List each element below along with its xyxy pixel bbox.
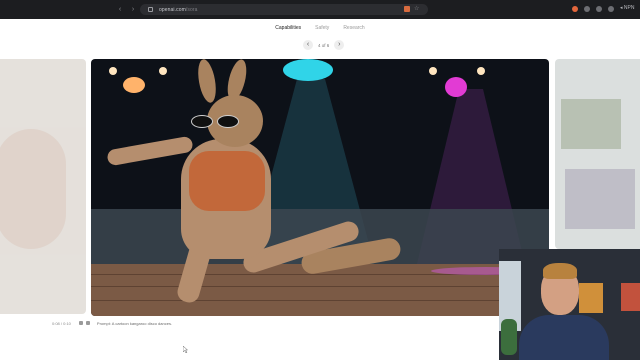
extension-icon[interactable] [584, 6, 590, 12]
market-thumbnail-part [565, 169, 635, 229]
profile-button[interactable]: ◂ NPN [620, 5, 634, 11]
presenter-body [519, 315, 609, 360]
url-path: /sora [185, 6, 198, 13]
download-icon[interactable] [78, 321, 83, 325]
mouse-cursor-icon [183, 346, 188, 353]
share-icon[interactable] [85, 321, 90, 325]
url-text: openai.com/sora [159, 7, 197, 13]
url-host: openai.com [159, 6, 186, 13]
carousel-prev-image[interactable] [0, 59, 86, 314]
tab-safety[interactable]: Safety [315, 22, 329, 34]
disco-light-cyan [283, 59, 333, 81]
carousel-pager: ‹ 4 of 6 › [303, 40, 345, 50]
kangaroo-arm [106, 135, 194, 167]
presenter-hair [543, 263, 577, 279]
sunglasses-lens [191, 115, 213, 128]
slide-counter: 4 of 6 [318, 42, 330, 48]
stage-light [477, 67, 485, 75]
bookmark-star-icon[interactable]: ☆ [414, 6, 420, 12]
next-slide-button[interactable]: › [334, 40, 345, 50]
floor-plank [91, 300, 549, 301]
stage-light [109, 67, 117, 75]
webcam-poster [579, 283, 603, 313]
disco-light-orange [123, 77, 145, 93]
video-caption-row: 0:08 / 0:10 Prompt: A cartoon kangaroo d… [52, 319, 172, 327]
stage-light [159, 67, 167, 75]
video-prompt: Prompt: A cartoon kangaroo disco dances. [96, 320, 173, 326]
lock-icon [148, 7, 153, 12]
extension-icon[interactable] [596, 6, 602, 12]
prev-slide-button[interactable]: ‹ [303, 40, 313, 50]
menu-icon[interactable] [608, 6, 614, 12]
webcam-overlay [499, 249, 640, 360]
tab-research[interactable]: Research [343, 22, 364, 34]
video-timestamp: 0:08 / 0:10 [52, 320, 71, 326]
sunglasses [191, 115, 245, 129]
market-thumbnail-part [561, 99, 621, 149]
webcam-poster [621, 283, 640, 311]
stage-light [429, 67, 437, 75]
back-icon[interactable]: ‹ [116, 6, 124, 14]
page-tabs: Capabilities Safety Research [0, 22, 640, 34]
address-bar[interactable]: openai.com/sora ☆ [140, 4, 428, 15]
floor-plank [91, 286, 549, 287]
disco-light-magenta [445, 77, 467, 97]
forward-icon[interactable]: › [129, 6, 137, 14]
carousel-next-image[interactable] [555, 59, 640, 249]
toolbar-extensions [572, 6, 614, 12]
browser-nav-buttons: ‹ › ↻ [0, 6, 150, 14]
kangaroo-ear [195, 59, 219, 105]
kangaroo-shirt [189, 151, 265, 211]
sora-video-frame[interactable] [91, 59, 549, 316]
sunglasses-lens [217, 115, 239, 128]
extension-icon[interactable] [572, 6, 578, 12]
extension-icon[interactable] [404, 6, 410, 12]
portrait-thumbnail [0, 129, 66, 249]
browser-toolbar: ‹ › ↻ openai.com/sora ☆ ◂ NPN [0, 0, 640, 19]
tab-capabilities[interactable]: Capabilities [275, 22, 301, 34]
webcam-plant [501, 319, 517, 355]
